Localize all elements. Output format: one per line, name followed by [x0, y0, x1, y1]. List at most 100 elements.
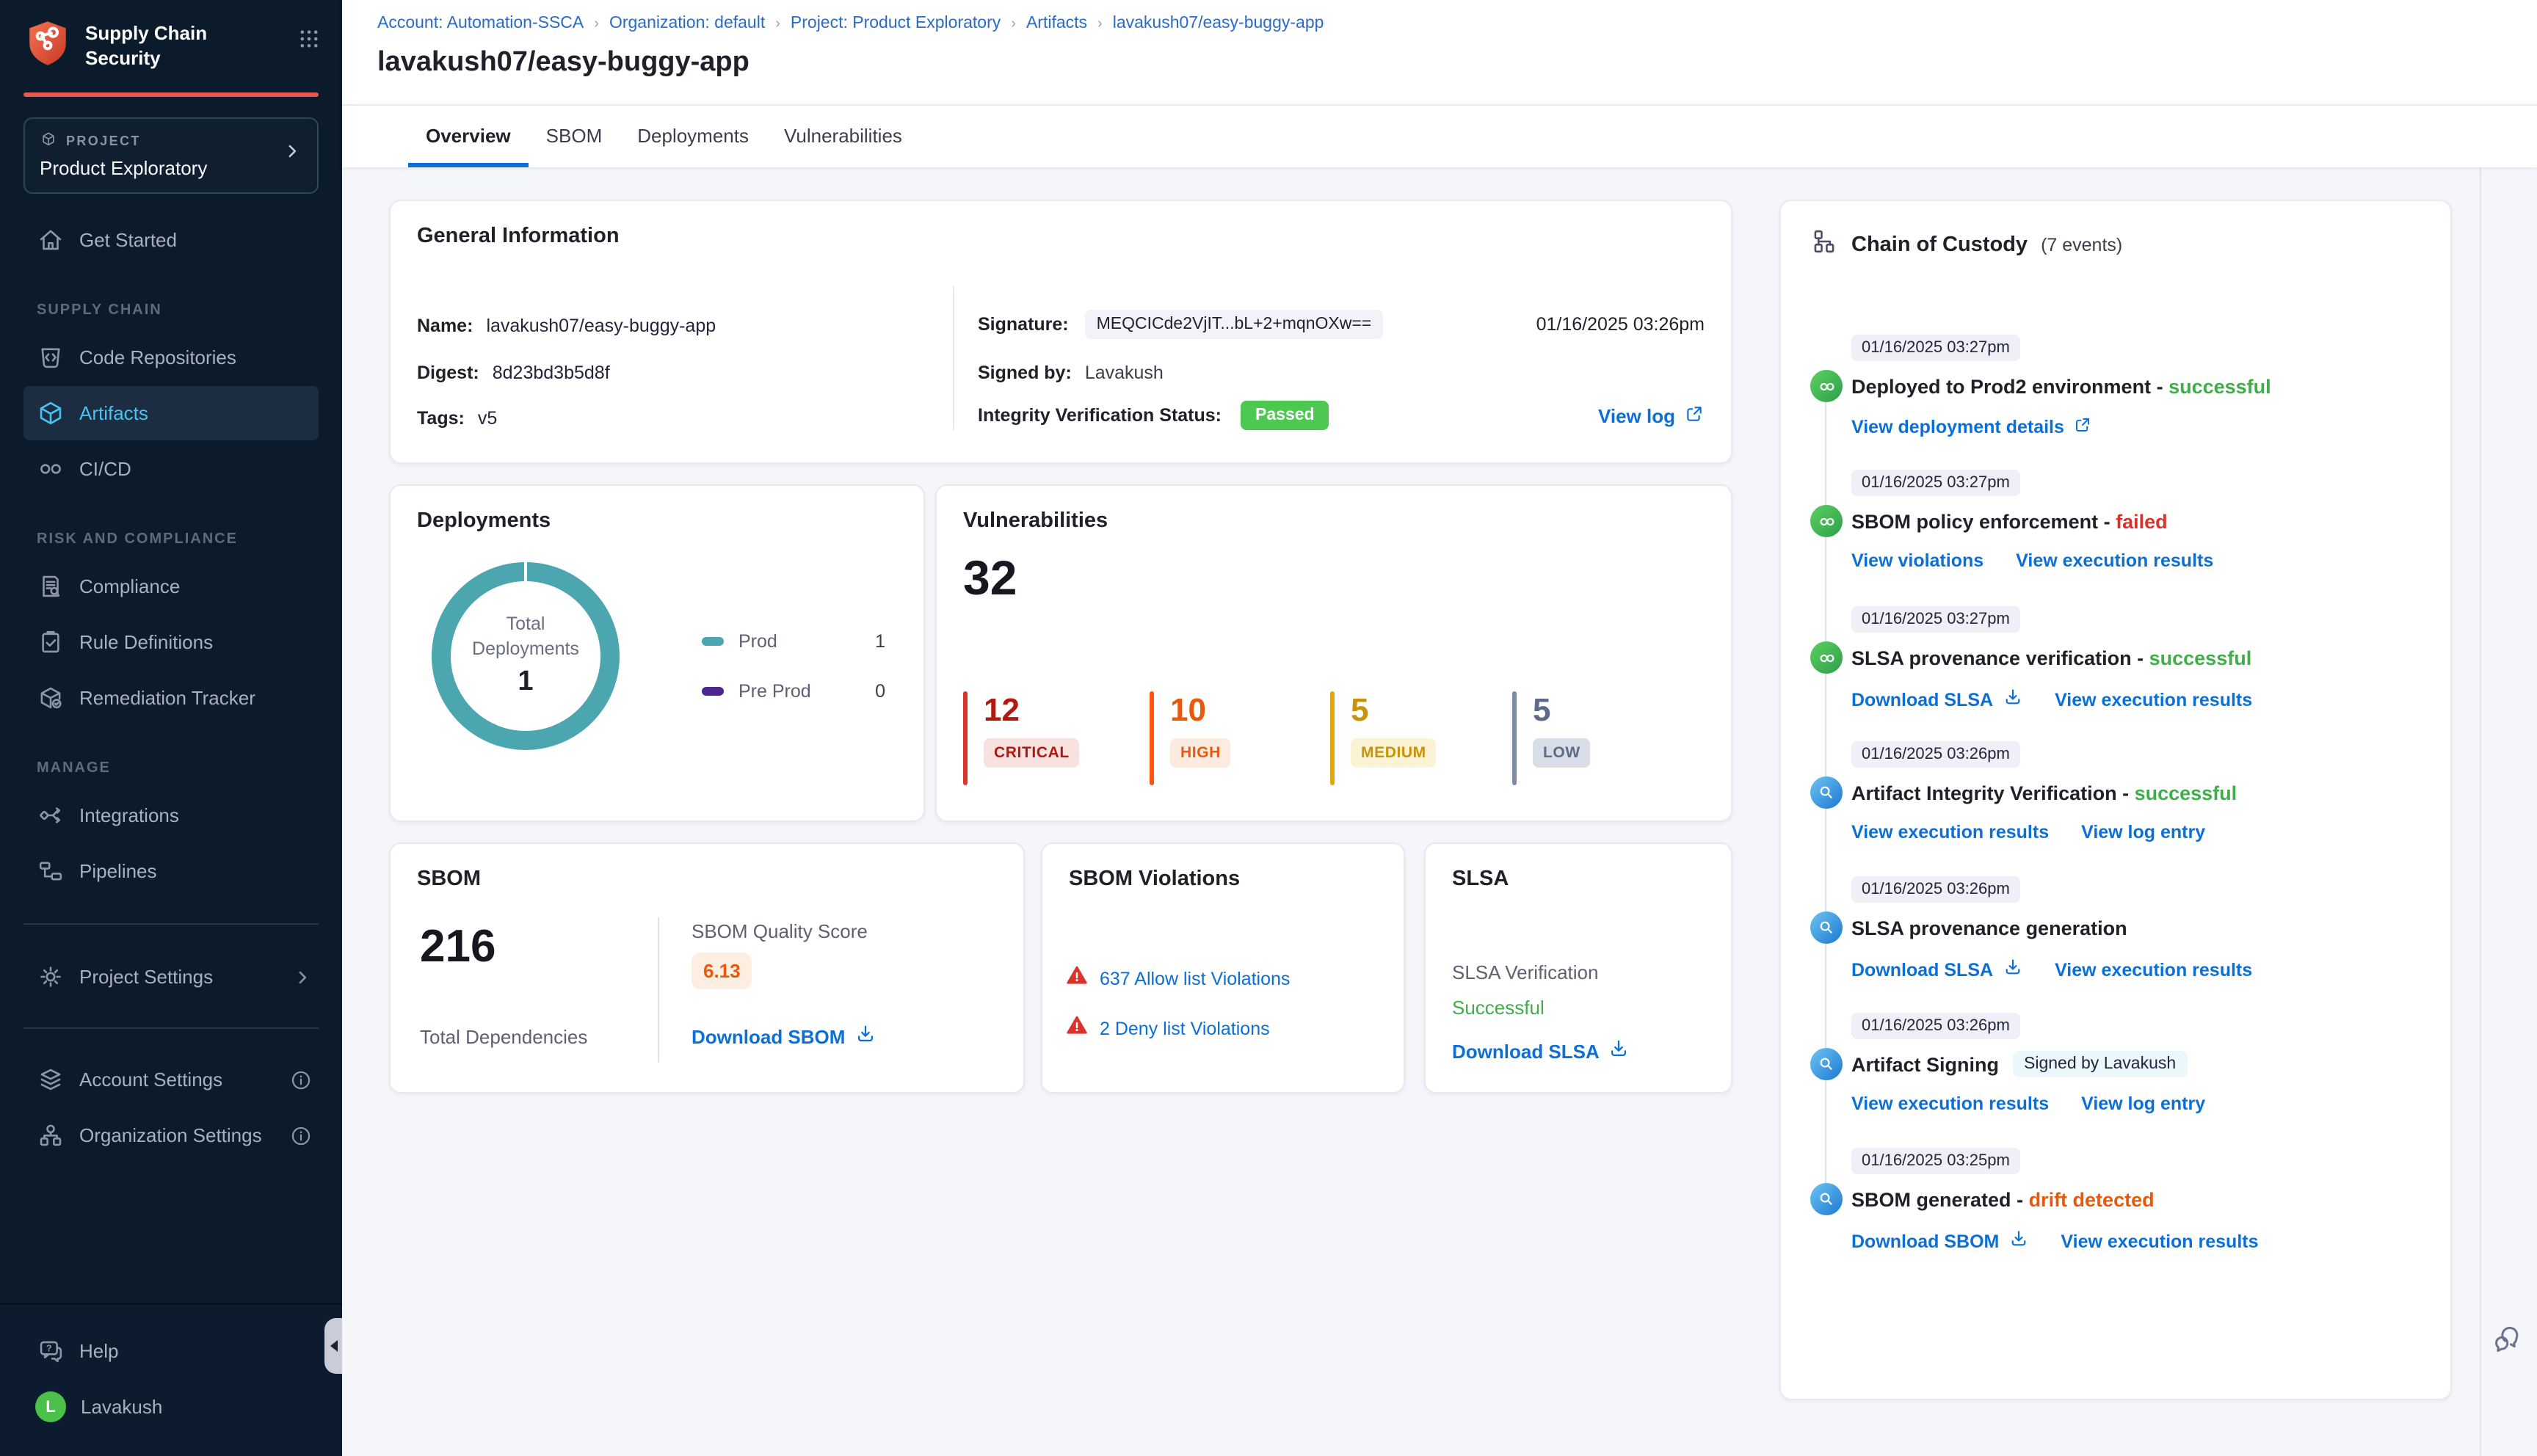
- severity-count: 5: [1351, 691, 1369, 728]
- breadcrumb-link[interactable]: lavakush07/easy-buggy-app: [1113, 15, 1324, 32]
- download-sbom-link[interactable]: Download SBOM: [692, 1023, 876, 1049]
- view-violations-link[interactable]: View violations: [1851, 550, 1983, 571]
- cube-icon: [37, 399, 65, 427]
- slsa-verification-label: SLSA Verification: [1452, 961, 1599, 983]
- sidebar-item-pipelines[interactable]: Pipelines: [23, 844, 319, 898]
- sidebar-item-help[interactable]: ? Help: [23, 1324, 319, 1378]
- help-chat-icon: ?: [37, 1337, 65, 1365]
- event-links: View execution results View log entry: [1851, 1093, 2427, 1114]
- project-selector[interactable]: PROJECT Product Exploratory: [23, 117, 319, 194]
- total-deployments-value: 1: [518, 666, 534, 697]
- custody-event: 01/16/2025 03:26pm Artifact Signing Signed…: [1810, 1011, 2427, 1114]
- sidebar-item-label: Artifacts: [79, 402, 148, 424]
- tab-overview[interactable]: Overview: [408, 106, 529, 167]
- donut-center-label: Total: [506, 613, 545, 634]
- main-area: Account: Automation-SSCA › Organization: d…: [342, 0, 2537, 1456]
- sidebar-item-label: Integrations: [79, 804, 179, 826]
- breadcrumb-link[interactable]: Organization: default: [609, 15, 765, 32]
- sidebar-item-compliance[interactable]: Compliance: [23, 559, 319, 614]
- sbom-violations-card: SBOM Violations 637 Allow list Violation…: [1041, 842, 1405, 1093]
- code-repo-icon: [37, 343, 65, 371]
- card-title: General Information: [417, 225, 620, 248]
- view-execution-results-link[interactable]: View execution results: [2055, 687, 2252, 712]
- view-log-link[interactable]: View log: [1598, 403, 1705, 428]
- view-execution-results-link[interactable]: View execution results: [2016, 550, 2213, 571]
- legend-value: 0: [875, 681, 885, 702]
- event-title-separator: -: [2098, 510, 2116, 532]
- sidebar-item-label: Account Settings: [79, 1069, 223, 1091]
- pipelines-icon: [37, 857, 65, 885]
- integrity-row: Integrity Verification Status: Passed Vi…: [978, 401, 1705, 430]
- sidebar-item-artifacts[interactable]: Artifacts: [23, 386, 319, 440]
- event-status: successful: [2149, 647, 2252, 669]
- tab-vulnerabilities[interactable]: Vulnerabilities: [766, 106, 920, 167]
- sidebar-item-remediation-tracker[interactable]: Remediation Tracker: [23, 671, 319, 725]
- home-icon: [37, 226, 65, 254]
- sidebar-item-label: Compliance: [79, 575, 181, 597]
- custody-event: 01/16/2025 03:26pm SLSA provenance genera…: [1810, 875, 2427, 982]
- sidebar-item-project-settings[interactable]: Project Settings: [23, 950, 319, 1004]
- sidebar-item-rule-definitions[interactable]: Rule Definitions: [23, 615, 319, 669]
- integrations-icon: [37, 801, 65, 829]
- card-title: SBOM Violations: [1069, 867, 1241, 891]
- content-right-divider: [2480, 167, 2481, 1456]
- sidebar-section-label: RISK AND COMPLIANCE: [37, 531, 238, 547]
- download-icon: [2002, 957, 2022, 982]
- page-header: Account: Automation-SSCA › Organization: d…: [342, 0, 2537, 167]
- event-title: Artifact Integrity Verification: [1851, 782, 2117, 804]
- breadcrumb-link[interactable]: Artifacts: [1026, 15, 1087, 32]
- custody-event: 01/16/2025 03:27pm SLSA provenance verifi…: [1810, 605, 2427, 712]
- sidebar-collapse-handle[interactable]: [324, 1318, 342, 1374]
- view-log-entry-link[interactable]: View log entry: [2081, 1093, 2205, 1114]
- violations-link[interactable]: 637 Allow list Violations: [1100, 969, 1290, 989]
- download-slsa-link[interactable]: Download SLSA: [1452, 1038, 1630, 1064]
- chain-of-custody-panel: Chain of Custody (7 events) 01/16/2025 0…: [1779, 200, 2452, 1400]
- event-title-separator: -: [2131, 647, 2149, 669]
- severity-bar: [963, 691, 968, 785]
- download-sbom-link[interactable]: Download SBOM: [1851, 1228, 2028, 1253]
- event-links: Download SLSA View execution results: [1851, 687, 2427, 712]
- sidebar-item-get-started[interactable]: Get Started: [23, 213, 319, 267]
- view-log-entry-link[interactable]: View log entry: [2081, 822, 2205, 842]
- view-execution-results-link[interactable]: View execution results: [1851, 1093, 2049, 1114]
- signature-label: Signature:: [978, 314, 1069, 335]
- status-badge: Passed: [1241, 401, 1329, 430]
- tab-deployments[interactable]: Deployments: [620, 106, 766, 167]
- view-execution-results-link[interactable]: View execution results: [2061, 1228, 2258, 1253]
- chat-bubbles-icon[interactable]: [2491, 1324, 2524, 1364]
- breadcrumb-link[interactable]: Project: Product Exploratory: [791, 15, 1001, 32]
- view-execution-results-link[interactable]: View execution results: [1851, 822, 2049, 842]
- breadcrumb-link[interactable]: Account: Automation-SSCA: [377, 15, 584, 32]
- download-icon: [1608, 1038, 1630, 1064]
- event-status: drift detected: [2028, 1188, 2155, 1210]
- sidebar-header: Supply Chain Security: [0, 0, 342, 88]
- violations-link[interactable]: 2 Deny list Violations: [1100, 1019, 1270, 1039]
- download-slsa-link[interactable]: Download SLSA: [1851, 957, 2022, 982]
- doc-search-icon: [37, 572, 65, 600]
- signed-by-row: Signed by: Lavakush: [978, 363, 1164, 383]
- event-title: Artifact Signing: [1851, 1053, 1999, 1075]
- severity-label-badge: HIGH: [1170, 738, 1231, 768]
- vulnerabilities-card: Vulnerabilities 32 12 CRITICAL 10 HIGH 5 MEDI…: [935, 484, 1732, 822]
- download-slsa-link[interactable]: Download SLSA: [1851, 687, 2022, 712]
- sidebar-item-code-repositories[interactable]: Code Repositories: [23, 330, 319, 385]
- chevron-right-icon: [282, 141, 302, 169]
- breadcrumb-separator-icon: ›: [775, 15, 780, 32]
- tab-sbom[interactable]: SBOM: [529, 106, 620, 167]
- info-icon: [289, 1068, 313, 1091]
- view-deployment-details-link[interactable]: View deployment details: [1851, 415, 2092, 439]
- breadcrumb-separator-icon: ›: [1097, 15, 1103, 32]
- app-switcher-icon[interactable]: [297, 26, 322, 59]
- sidebar-item-account-settings[interactable]: Account Settings: [23, 1052, 319, 1107]
- severity-medium: 5 MEDIUM: [1330, 691, 1437, 785]
- sidebar-user[interactable]: L Lavakush: [23, 1380, 319, 1434]
- pipeline-step-icon: [1810, 505, 1843, 537]
- sidebar-item-organization-settings[interactable]: Organization Settings: [23, 1108, 319, 1162]
- app-window: Supply Chain Security PROJECT Product Ex…: [0, 0, 2537, 1456]
- warning-triangle-icon: [1066, 1014, 1088, 1044]
- view-execution-results-link[interactable]: View execution results: [2055, 957, 2252, 982]
- sidebar-item-ci-cd[interactable]: CI/CD: [23, 442, 319, 496]
- sidebar-item-integrations[interactable]: Integrations: [23, 788, 319, 842]
- user-name: Lavakush: [81, 1396, 163, 1418]
- event-links: View deployment details: [1851, 415, 2427, 439]
